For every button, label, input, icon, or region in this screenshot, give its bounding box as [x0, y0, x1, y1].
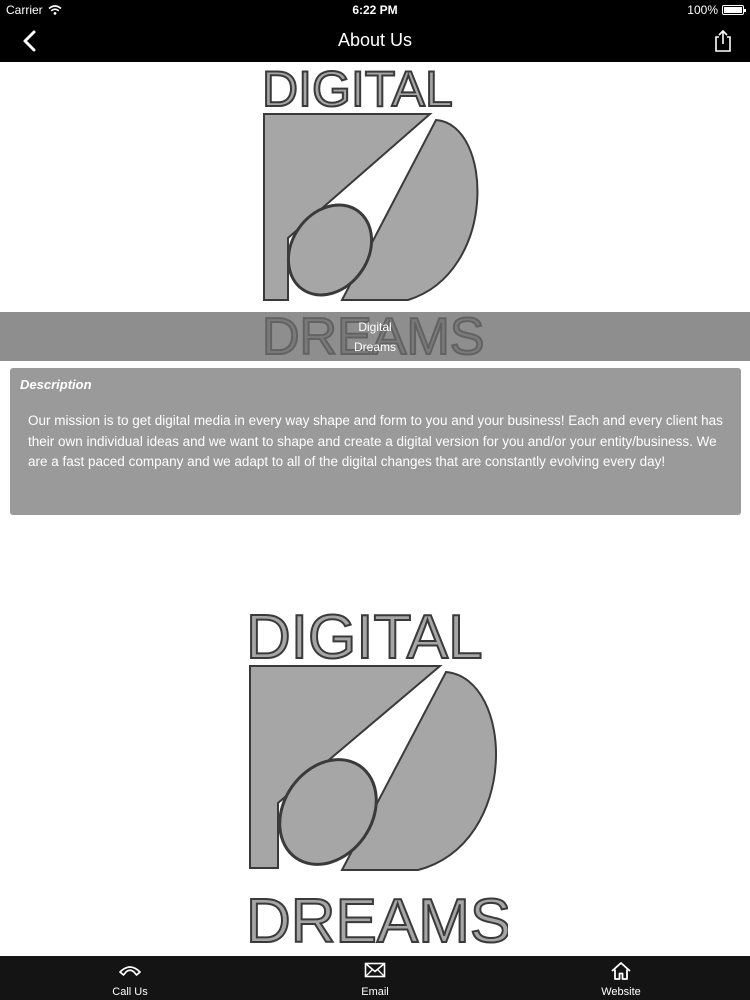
tab-website[interactable]: Website: [561, 956, 681, 1000]
image-caption: Digital Dreams: [0, 312, 750, 361]
tab-email-label: Email: [361, 986, 389, 998]
description-body: Our mission is to get digital media in e…: [28, 413, 723, 469]
tab-call-us-label: Call Us: [112, 986, 148, 998]
logo-large-text-digital: DIGITAL: [246, 603, 483, 672]
battery-percent: 100%: [687, 3, 718, 17]
tab-website-label: Website: [601, 986, 641, 998]
battery-icon: [722, 5, 746, 15]
bottom-tab-bar: Call Us Email Website: [0, 956, 750, 1000]
page-title: About Us: [337, 30, 413, 50]
navigation-bar: About Us: [0, 20, 750, 62]
envelope-icon: [364, 962, 386, 978]
description-card: Description Our mission is to get digita…: [10, 368, 741, 515]
phone-icon: [119, 966, 141, 976]
digital-dreams-logo-large: DIGITAL DREAMS: [245, 602, 508, 948]
logo-text-digital: DIGITAL: [262, 62, 453, 117]
caption-line-2: Dreams: [353, 340, 396, 354]
tab-call-us[interactable]: Call Us: [70, 956, 190, 1000]
description-heading: Description: [20, 377, 92, 392]
status-bar: Carrier 6:22 PM 100%: [0, 0, 750, 20]
home-icon: [611, 962, 631, 980]
battery-group: 100%: [687, 3, 746, 17]
clock: 6:22 PM: [352, 3, 398, 17]
tab-email[interactable]: Email: [315, 956, 435, 1000]
share-icon[interactable]: [712, 28, 734, 54]
logo-large-text-dreams: DREAMS: [246, 887, 508, 948]
caption-line-1: Digital: [358, 320, 392, 334]
